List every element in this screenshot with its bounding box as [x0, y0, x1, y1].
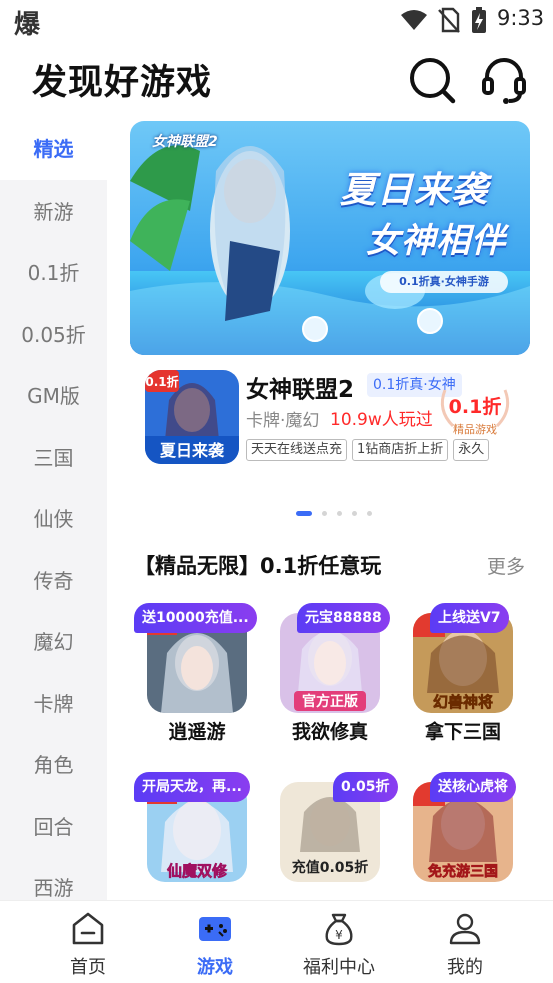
- gamepad-icon: [199, 917, 231, 941]
- featured-icon-caption: 夏日来袭: [159, 441, 225, 460]
- sidebar-item-gm[interactable]: GM版: [0, 365, 107, 427]
- section-more-link[interactable]: 更多: [487, 552, 525, 579]
- game-card[interactable]: 送10000充值... 逍遥游: [134, 603, 264, 763]
- bottom-navigation: 首页 游戏 ¥ 福利中心 我的: [0, 900, 553, 983]
- featured-discount: 0.1折: [448, 396, 502, 418]
- nav-home-label: 首页: [70, 957, 106, 978]
- game-badge: 上线送V7: [430, 603, 509, 633]
- main-content: 女神联盟2 夏日来袭 女神相伴 0.1折真·女神手游 夏日来袭 0.1折 女神联…: [107, 118, 553, 900]
- game-badge: 0.05折: [333, 772, 398, 802]
- carousel-dot[interactable]: [322, 511, 327, 516]
- sidebar-item-005-discount[interactable]: 0.05折: [0, 304, 107, 366]
- carousel-dot[interactable]: [352, 511, 357, 516]
- no-sim-icon: [438, 7, 460, 33]
- sidebar-item-fantasy[interactable]: 魔幻: [0, 611, 107, 673]
- benefit-chip: 1钻商店折上折: [352, 439, 449, 461]
- featured-icon-badge: 0.1折: [145, 374, 178, 389]
- sidebar-item-01-discount[interactable]: 0.1折: [0, 242, 107, 304]
- carousel-dot[interactable]: [367, 511, 372, 516]
- nav-welfare-label: 福利中心: [303, 957, 375, 978]
- game-badge: 元宝88888: [297, 603, 390, 633]
- carousel-dot[interactable]: [337, 511, 342, 516]
- carousel-dot-active[interactable]: [296, 511, 312, 516]
- game-card[interactable]: 充值0.05折 0.05折: [267, 772, 398, 900]
- banner-game-logo: 女神联盟2: [152, 134, 218, 150]
- game-icon-caption: 仙魔双修: [167, 862, 228, 880]
- carousel-indicator: [296, 509, 396, 517]
- sidebar-item-card[interactable]: 卡牌: [0, 673, 107, 735]
- game-icon-caption: 幻兽神将: [433, 693, 493, 711]
- promo-banner[interactable]: 女神联盟2 夏日来袭 女神相伴 0.1折真·女神手游: [130, 121, 530, 355]
- game-icon-caption: 充值0.05折: [292, 859, 369, 876]
- game-icon-caption: 免充游三国: [428, 863, 498, 880]
- category-sidebar: 精选 新游 0.1折 0.05折 GM版 三国 仙侠 传奇 魔幻 卡牌 角色 回…: [0, 118, 107, 900]
- money-bag-icon: ¥: [325, 913, 353, 946]
- game-name: 我欲修真: [291, 721, 368, 743]
- game-name: 拿下三国: [424, 721, 501, 743]
- sidebar-item-featured[interactable]: 精选: [0, 118, 107, 180]
- benefit-chip: 天天在线送点充: [246, 439, 348, 461]
- banner-headline-2: 女神相伴: [366, 221, 506, 261]
- nav-profile[interactable]: 我的: [396, 901, 534, 983]
- nav-games-label: 游戏: [197, 957, 233, 978]
- home-icon: [72, 912, 104, 945]
- featured-game-card[interactable]: 夏日来袭 0.1折 女神联盟2 0.1折真·女神 卡牌·魔幻 10.9w人玩过 …: [130, 368, 553, 468]
- benefit-chip: 永久: [453, 439, 490, 461]
- game-card[interactable]: 官方正版 元宝88888 我欲修真: [267, 603, 397, 763]
- banner-subline: 0.1折真·女神手游: [380, 271, 508, 293]
- sidebar-item-turn-based[interactable]: 回合: [0, 796, 107, 858]
- game-card[interactable]: 仙魔双修 开局天龙，再...: [134, 772, 264, 900]
- game-badge: 送核心虎将: [430, 772, 516, 802]
- game-card[interactable]: 幻兽神将 上线送V7 拿下三国: [400, 603, 530, 763]
- battery-charging-icon: [472, 7, 486, 33]
- game-icon-caption: 官方正版: [302, 693, 358, 710]
- game-badge: 送10000充值...: [134, 603, 257, 633]
- featured-discount-badge: 0.1折 精品游戏: [435, 389, 515, 437]
- featured-game-icon: 夏日来袭 0.1折: [145, 370, 239, 464]
- page-title: 发现好游戏: [32, 63, 213, 103]
- featured-discount-note: 精品游戏: [453, 423, 497, 436]
- game-badge: 开局天龙，再...: [134, 772, 250, 802]
- wifi-icon: [401, 10, 427, 30]
- nav-profile-label: 我的: [447, 957, 483, 978]
- nav-home[interactable]: 首页: [19, 901, 157, 983]
- section-title: 【精品无限】0.1折任意玩: [134, 554, 382, 578]
- game-name: 逍遥游: [168, 721, 226, 743]
- sidebar-item-rpg[interactable]: 角色: [0, 734, 107, 796]
- sidebar-item-three-kingdoms[interactable]: 三国: [0, 427, 107, 489]
- customer-service-icon[interactable]: [479, 55, 529, 105]
- search-icon[interactable]: [407, 55, 457, 105]
- sidebar-item-new[interactable]: 新游: [0, 181, 107, 243]
- profile-icon: [449, 913, 481, 945]
- status-bar: 爆 9:33: [0, 0, 553, 40]
- banner-headline: 夏日来袭: [340, 170, 489, 211]
- featured-game-players: 10.9w人玩过: [330, 410, 433, 430]
- featured-benefit-chips: 天天在线送点充 1钻商店折上折 永久: [246, 438, 553, 462]
- featured-game-name: 女神联盟2: [246, 377, 355, 403]
- svg-text:¥: ¥: [335, 928, 343, 942]
- nav-games[interactable]: 游戏: [146, 901, 284, 983]
- app-screen: 爆 9:33 发现好游戏 精选 新游 0.1折 0.05折 GM版 三国 仙侠 …: [0, 0, 553, 983]
- sidebar-item-xianxia[interactable]: 仙侠: [0, 488, 107, 550]
- game-card[interactable]: 免充游三国 送核心虎将: [400, 772, 530, 900]
- sidebar-item-legend[interactable]: 传奇: [0, 550, 107, 612]
- app-notification-glyph: 爆: [14, 10, 41, 40]
- header: 发现好游戏: [0, 40, 553, 118]
- nav-welfare-center[interactable]: ¥ 福利中心: [270, 901, 408, 983]
- clock: 9:33: [497, 6, 545, 30]
- featured-game-genre: 卡牌·魔幻: [246, 411, 320, 431]
